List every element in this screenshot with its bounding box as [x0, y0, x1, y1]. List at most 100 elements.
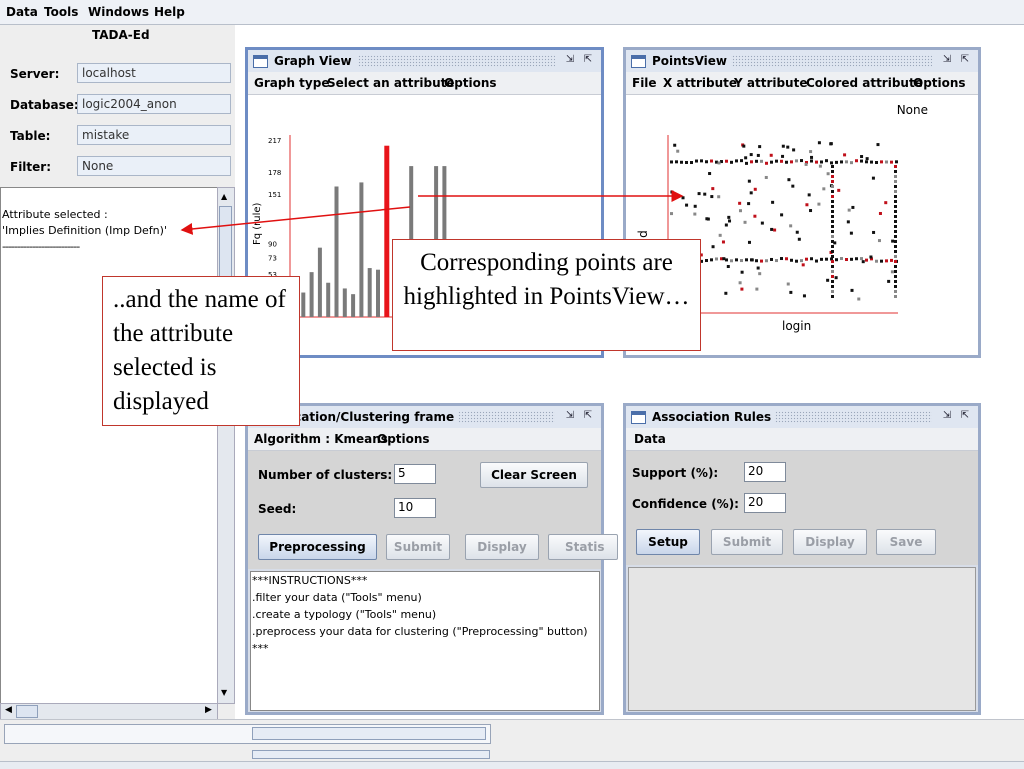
bar[interactable]: [309, 272, 314, 317]
submit-button[interactable]: Submit: [386, 534, 450, 560]
graph-view-titlebar[interactable]: Graph View ⇲ ⇱: [248, 50, 601, 72]
bar[interactable]: [367, 268, 372, 317]
menu-y-attribute[interactable]: Y attribute: [734, 76, 807, 90]
data-point: [845, 258, 848, 262]
data-point: [880, 259, 883, 263]
hscroll-thumb[interactable]: [16, 705, 38, 718]
data-point: [815, 259, 818, 263]
menu-options[interactable]: Options: [444, 76, 497, 90]
scroll-left-icon[interactable]: ◀: [5, 705, 12, 715]
menu-windows[interactable]: Windows: [88, 5, 149, 19]
instructions-text-area[interactable]: ***INSTRUCTIONS*** .filter your data ("T…: [250, 571, 600, 711]
menu-file[interactable]: File: [632, 76, 657, 90]
vertical-scrollbar[interactable]: ▲ ▼: [217, 187, 235, 704]
menu-bar: Data Tools Windows Help: [0, 0, 1024, 25]
data-point: [710, 195, 714, 199]
menu-graph-type[interactable]: Graph type: [254, 76, 329, 90]
data-point: [894, 230, 897, 233]
clustering-title: sification/Clustering frame: [274, 410, 459, 424]
bar[interactable]: [326, 282, 331, 317]
seed-input[interactable]: 10: [394, 498, 436, 518]
maximize-icon[interactable]: ⇱: [958, 53, 972, 67]
menu-options[interactable]: Options: [913, 76, 966, 90]
scroll-right-icon[interactable]: ▶: [205, 705, 212, 715]
maximize-icon[interactable]: ⇱: [581, 53, 595, 67]
support-input[interactable]: 20: [744, 462, 786, 482]
menu-tools[interactable]: Tools: [44, 5, 78, 19]
menu-colored-attribute[interactable]: Colored attribute: [806, 76, 923, 90]
bar-selected[interactable]: [384, 145, 390, 317]
maximize-icon[interactable]: ⇱: [958, 409, 972, 423]
bar[interactable]: [351, 294, 356, 317]
data-point: [711, 245, 715, 249]
data-point: [884, 201, 888, 205]
horizontal-scrollbar[interactable]: ◀ ▶: [0, 703, 218, 720]
clustering-titlebar[interactable]: sification/Clustering frame ⇲ ⇱: [248, 406, 601, 428]
output-text-area[interactable]: Attribute selected : 'Implies Definition…: [0, 187, 218, 704]
support-label: Support (%):: [632, 466, 719, 480]
clustering-frame: sification/Clustering frame ⇲ ⇱ Algorith…: [245, 403, 618, 715]
data-point: [869, 255, 873, 259]
clusters-input[interactable]: 5: [394, 464, 436, 484]
bar[interactable]: [301, 292, 306, 317]
data-point: [693, 204, 697, 208]
menu-help[interactable]: Help: [154, 5, 185, 19]
maximize-icon[interactable]: ⇱: [581, 409, 595, 423]
menu-options[interactable]: Options: [377, 432, 430, 446]
data-point: [857, 297, 861, 301]
bar[interactable]: [334, 186, 339, 317]
menu-x-attribute[interactable]: X attribute: [663, 76, 737, 90]
filter-field[interactable]: None: [77, 156, 231, 176]
clear-screen-button[interactable]: Clear Screen: [480, 462, 588, 488]
display-button[interactable]: Display: [793, 529, 867, 555]
statistics-button[interactable]: Statis: [548, 534, 618, 560]
callout-points-highlighted: Corresponding points are highlighted in …: [392, 239, 701, 351]
server-field[interactable]: localhost: [77, 63, 231, 83]
minimize-icon[interactable]: ⇲: [940, 409, 954, 423]
data-point: [885, 160, 888, 164]
setup-button[interactable]: Setup: [636, 529, 700, 555]
bar[interactable]: [342, 288, 347, 317]
data-point: [769, 153, 773, 157]
data-point: [740, 287, 744, 291]
data-point: [810, 257, 813, 261]
seed-label: Seed:: [258, 502, 297, 516]
data-point: [771, 200, 775, 204]
data-point: [845, 160, 848, 164]
database-field[interactable]: logic2004_anon: [77, 94, 231, 114]
data-point: [676, 149, 680, 153]
save-button[interactable]: Save: [876, 529, 936, 555]
data-point: [831, 220, 834, 223]
data-point: [703, 192, 707, 196]
submit-button[interactable]: Submit: [711, 529, 783, 555]
menu-data[interactable]: Data: [634, 432, 666, 446]
association-results-area[interactable]: [628, 567, 976, 711]
data-point: [880, 160, 883, 164]
minimize-icon[interactable]: ⇲: [563, 409, 577, 423]
data-point: [740, 259, 743, 263]
menu-data[interactable]: Data: [6, 5, 38, 19]
menu-select-attribute[interactable]: Select an attribute: [327, 76, 455, 90]
association-titlebar[interactable]: Association Rules ⇲ ⇱: [626, 406, 978, 428]
data-point: [810, 159, 813, 163]
confidence-input[interactable]: 20: [744, 493, 786, 513]
instruction-line: .filter your data ("Tools" menu): [252, 591, 422, 604]
data-point: [742, 144, 746, 148]
data-point: [705, 259, 708, 263]
minimize-icon[interactable]: ⇲: [563, 53, 577, 67]
callout-attribute-name: ..and the name of the attribute selected…: [102, 276, 300, 426]
menu-algorithm[interactable]: Algorithm : Kmeans: [254, 432, 388, 446]
scroll-up-icon[interactable]: ▲: [221, 192, 227, 201]
bar[interactable]: [359, 182, 364, 317]
scroll-down-icon[interactable]: ▼: [221, 688, 227, 697]
data-point: [831, 165, 834, 168]
display-button[interactable]: Display: [465, 534, 539, 560]
bar[interactable]: [376, 269, 380, 317]
data-point: [690, 161, 693, 165]
table-label: Table:: [10, 129, 51, 143]
table-field[interactable]: mistake: [77, 125, 231, 145]
minimize-icon[interactable]: ⇲: [940, 53, 954, 67]
bar[interactable]: [317, 247, 322, 317]
preprocessing-button[interactable]: Preprocessing: [258, 534, 377, 560]
points-view-titlebar[interactable]: PointsView ⇲ ⇱: [626, 50, 978, 72]
